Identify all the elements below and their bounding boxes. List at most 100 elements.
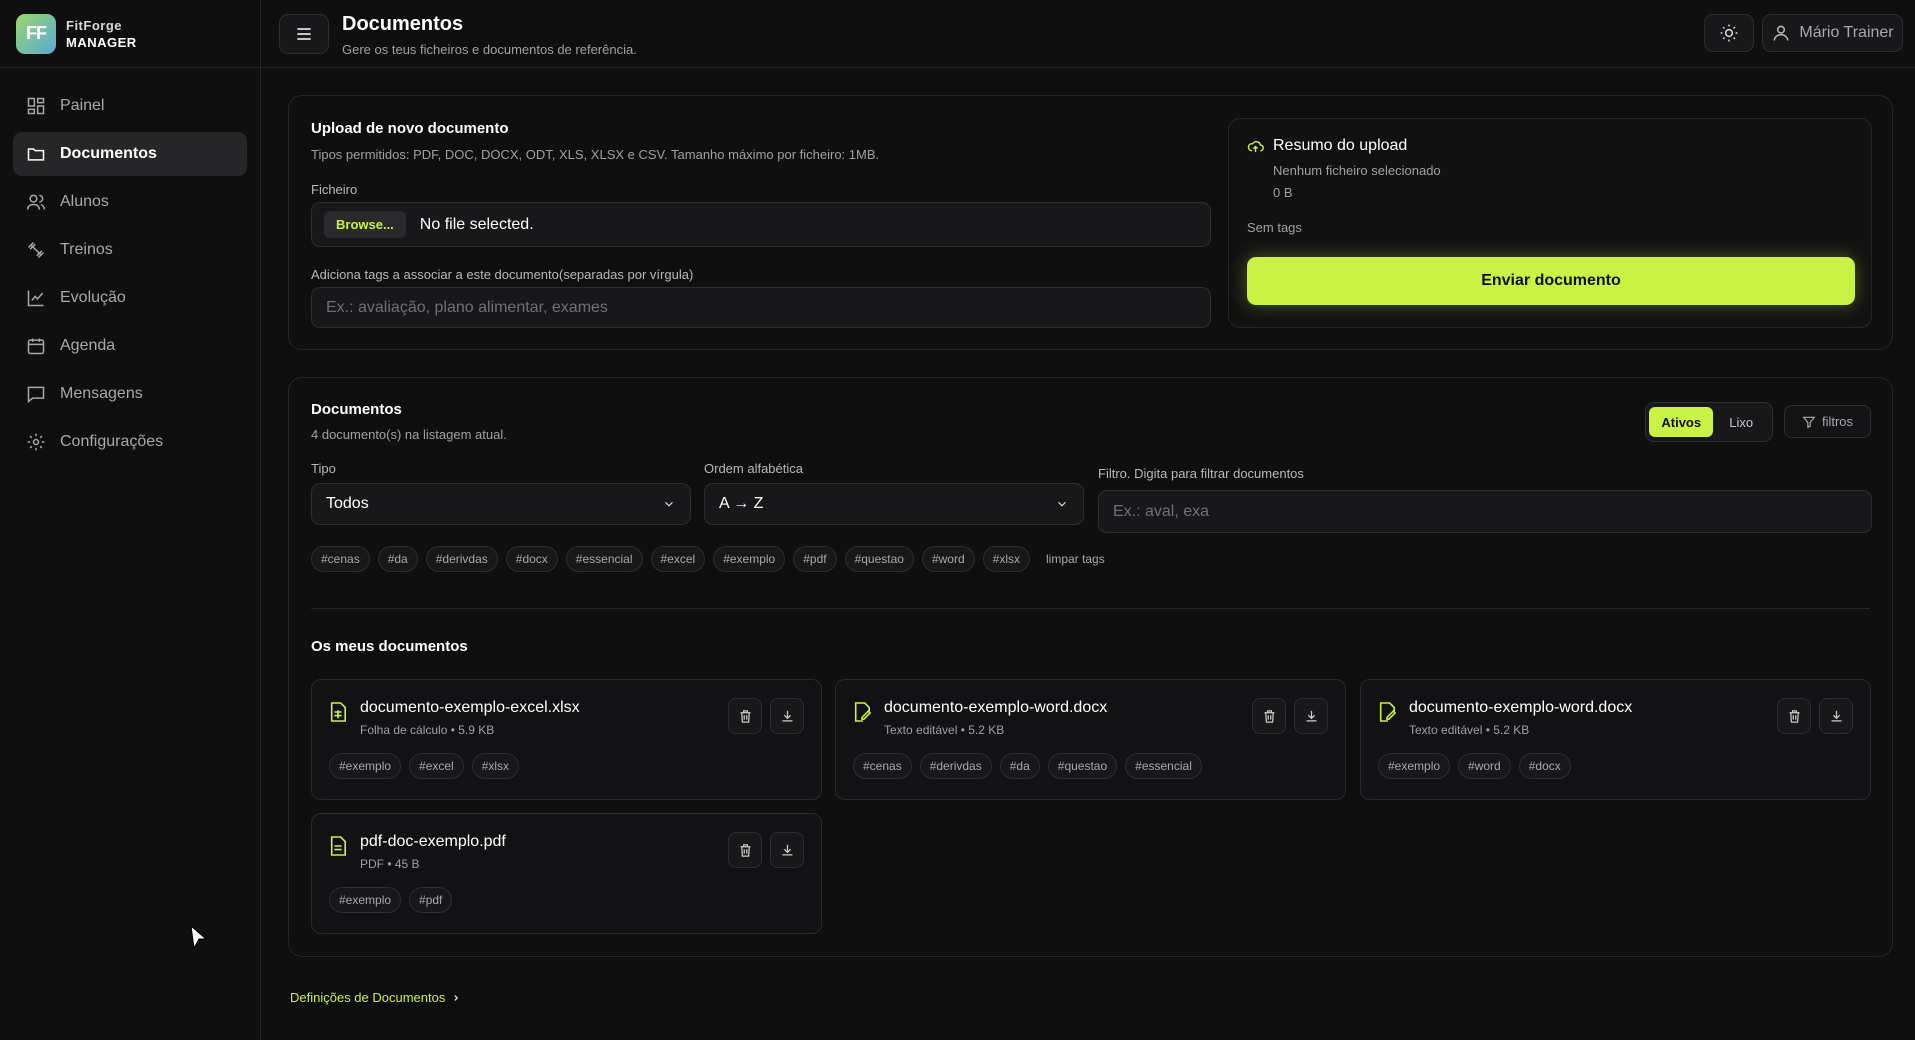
tag-filter[interactable]: #word [921,546,975,572]
document-icon [330,836,347,856]
upload-panel: Upload de novo documento Tipos permitido… [288,95,1893,350]
order-select[interactable]: A → Z [704,483,1084,525]
browse-button[interactable]: Browse... [324,211,406,238]
document-tags: #exemplo #pdf [329,887,460,913]
sidebar-nav: Painel Documentos Alunos Treinos Evoluçã… [0,68,260,484]
type-label: Tipo [311,461,336,476]
spreadsheet-icon [330,702,347,722]
document-meta: Folha de cálculo • 5.9 KB [360,723,495,737]
delete-button[interactable] [728,698,762,734]
tag-filter[interactable]: #derivdas [425,546,498,572]
mouse-cursor-icon [190,925,208,950]
tag-filter[interactable]: #pdf [793,546,837,572]
document-tag: #excel [409,753,464,779]
sidebar-item-label: Evolução [60,289,126,306]
tab-lixo[interactable]: Lixo [1713,407,1769,437]
document-meta: Texto editável • 5.2 KB [884,723,1005,737]
tag-filter[interactable]: #xlsx [982,546,1030,572]
sidebar-item-painel[interactable]: Painel [13,84,247,128]
sidebar-item-label: Alunos [60,193,109,210]
documents-title: Documentos [311,401,402,418]
download-icon [1306,710,1316,721]
clear-tags-button[interactable]: limpar tags [1046,552,1105,566]
sidebar-item-evolucao[interactable]: Evolução [13,276,247,320]
document-name[interactable]: documento-exemplo-word.docx [884,699,1107,717]
document-card[interactable]: documento-exemplo-word.docx Texto editáv… [1360,679,1871,800]
filters-button[interactable]: filtros [1784,405,1871,438]
delete-button[interactable] [1777,698,1811,734]
tag-filter[interactable]: #cenas [311,546,370,572]
trash-icon [1789,709,1799,723]
document-tag: #cenas [853,753,912,779]
tab-ativos[interactable]: Ativos [1649,407,1714,437]
tags-input[interactable]: Ex.: avaliação, plano alimentar, exames [311,287,1211,328]
send-document-button[interactable]: Enviar documento [1247,257,1855,305]
sidebar-item-mensagens[interactable]: Mensagens [13,372,247,416]
download-button[interactable] [1294,698,1328,734]
document-tag: #da [999,753,1040,779]
document-card[interactable]: documento-exemplo-excel.xlsx Folha de cá… [311,679,822,800]
document-tag: #questao [1047,753,1118,779]
sidebar-item-label: Configurações [60,433,164,450]
document-tags: #exemplo #excel #xlsx [329,753,527,779]
type-value: Todos [326,495,369,512]
tag-filter-list: #cenas #da #derivdas #docx #essencial #e… [311,546,1105,572]
sidebar-item-documentos[interactable]: Documentos [13,132,247,176]
trash-icon [740,709,750,723]
delete-button[interactable] [1252,698,1286,734]
filters-label: filtros [1821,414,1854,429]
document-name[interactable]: pdf-doc-exemplo.pdf [360,833,506,851]
tags-label: Adiciona tags a associar a este document… [311,267,694,282]
tag-filter[interactable]: #essencial [565,546,643,572]
sidebar-item-label: Documentos [60,145,157,162]
document-card[interactable]: pdf-doc-exemplo.pdf PDF • 45 B #exemplo … [311,813,822,934]
document-meta: PDF • 45 B [360,857,420,871]
delete-button[interactable] [728,832,762,868]
sidebar-item-configuracoes[interactable]: Configurações [13,420,247,464]
menu-toggle-button[interactable] [279,14,329,54]
document-name[interactable]: documento-exemplo-word.docx [1409,699,1632,717]
folder-icon [26,144,46,164]
download-button[interactable] [1819,698,1853,734]
my-documents-title: Os meus documentos [311,638,468,655]
document-settings-link[interactable]: Definições de Documentos [290,990,461,1005]
file-input[interactable]: Browse... No file selected. [311,202,1211,247]
users-icon [26,192,46,212]
theme-toggle-button[interactable] [1704,14,1754,52]
edit-document-icon [1379,702,1396,722]
document-card[interactable]: documento-exemplo-word.docx Texto editáv… [835,679,1346,800]
filter-input[interactable]: Ex.: aval, exa [1098,490,1872,533]
edit-document-icon [854,702,871,722]
type-select[interactable]: Todos [311,483,691,525]
tag-filter[interactable]: #docx [505,546,558,572]
tag-filter[interactable]: #excel [650,546,706,572]
brand-sub: MANAGER [66,34,137,50]
download-button[interactable] [770,698,804,734]
document-tag: #essencial [1125,753,1202,779]
hamburger-icon [297,28,311,40]
upload-hint: Tipos permitidos: PDF, DOC, DOCX, ODT, X… [311,147,880,162]
gear-icon [26,432,46,452]
document-tag: #exemplo [1378,753,1451,779]
sidebar-item-agenda[interactable]: Agenda [13,324,247,368]
document-name[interactable]: documento-exemplo-excel.xlsx [360,699,580,717]
summary-tags: Sem tags [1247,220,1302,235]
summary-title: Resumo do upload [1273,137,1408,154]
document-meta: Texto editável • 5.2 KB [1409,723,1530,737]
brand-name: FitForge [66,17,122,33]
trash-icon [1264,709,1274,723]
chevron-down-icon [1058,501,1066,507]
sidebar-item-alunos[interactable]: Alunos [13,180,247,224]
download-button[interactable] [770,832,804,868]
brand[interactable]: FF FitForge MANAGER [0,0,260,68]
document-settings-label: Definições de Documentos [290,990,446,1005]
filter-label: Filtro. Digita para filtrar documentos [1098,466,1304,481]
page-title: Documentos [342,13,464,35]
tag-filter[interactable]: #exemplo [713,546,786,572]
tag-filter[interactable]: #da [377,546,418,572]
tag-filter[interactable]: #questao [844,546,914,572]
user-menu-button[interactable]: Mário Trainer [1762,14,1903,52]
document-tag: #exemplo [329,753,402,779]
chevron-down-icon [665,501,673,507]
sidebar-item-treinos[interactable]: Treinos [13,228,247,272]
